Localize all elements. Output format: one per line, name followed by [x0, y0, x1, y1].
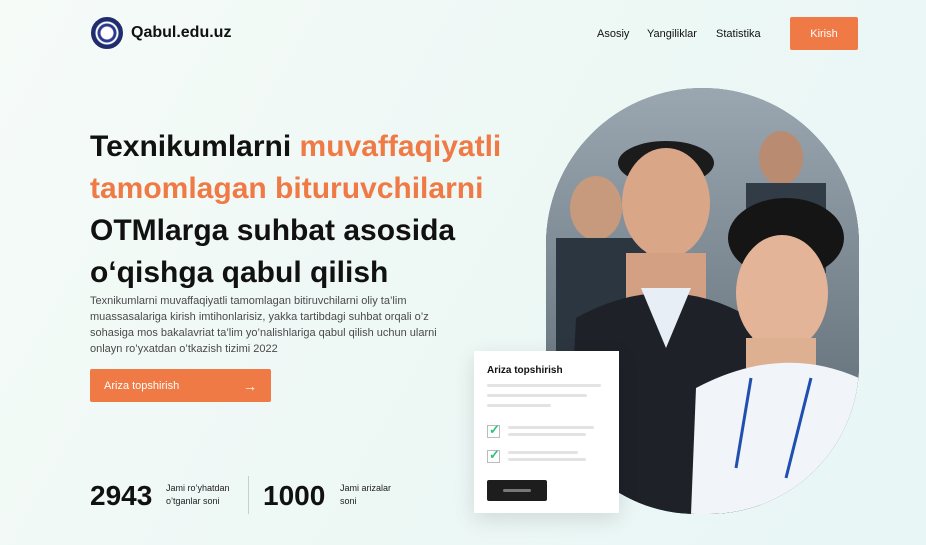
arrow-right-icon: → — [243, 377, 257, 394]
application-card-title: Ariza topshirish — [487, 365, 563, 376]
stat-divider — [248, 476, 249, 514]
nav-link-asosiy[interactable]: Asosiy — [597, 28, 629, 40]
stat-applications-label: Jami arizalar soni — [340, 483, 392, 506]
placeholder-line — [487, 394, 587, 397]
hero-description: Texnikumlarni muvaffaqiyatli tamomlagan … — [90, 295, 437, 355]
placeholder-line — [508, 433, 586, 436]
card-button-label-placeholder — [503, 489, 531, 492]
check-icon: ✓ — [489, 422, 500, 437]
apply-button-label: Ariza topshirish — [104, 379, 180, 392]
application-card: Ariza topshirish ✓ ✓ — [474, 351, 619, 513]
apply-button[interactable]: Ariza topshirish → — [90, 369, 271, 402]
university-emblem-icon — [91, 17, 123, 49]
check-icon: ✓ — [489, 447, 500, 462]
hero-headline: Texnikumlarni muvaffaqiyatli tamomlagan … — [90, 126, 530, 294]
placeholder-line — [508, 458, 586, 461]
placeholder-line — [487, 384, 601, 387]
card-submit-button — [487, 480, 547, 501]
brand[interactable]: Qabul.edu.uz — [91, 17, 231, 49]
checkbox-checked: ✓ — [487, 422, 500, 438]
login-button[interactable]: Kirish — [790, 17, 858, 50]
stat-registered-label: Jami ro’yhatdan o’tganlar soni — [166, 483, 230, 506]
placeholder-line — [508, 426, 594, 429]
nav-link-yangiliklar[interactable]: Yangiliklar — [647, 28, 697, 40]
placeholder-line — [487, 404, 551, 407]
site-name: Qabul.edu.uz — [131, 24, 232, 41]
nav-link-statistika[interactable]: Statistika — [716, 28, 761, 40]
checkbox-checked: ✓ — [487, 447, 500, 463]
stat-registered-value: 2943 — [90, 480, 153, 511]
headline-part-1: Texnikumlarni — [90, 130, 300, 163]
headline-part-2: OTMlarga suhbat asosida oʻqishga qabul q… — [90, 214, 456, 289]
placeholder-line — [508, 451, 578, 454]
stat-applications-value: 1000 — [263, 480, 326, 511]
